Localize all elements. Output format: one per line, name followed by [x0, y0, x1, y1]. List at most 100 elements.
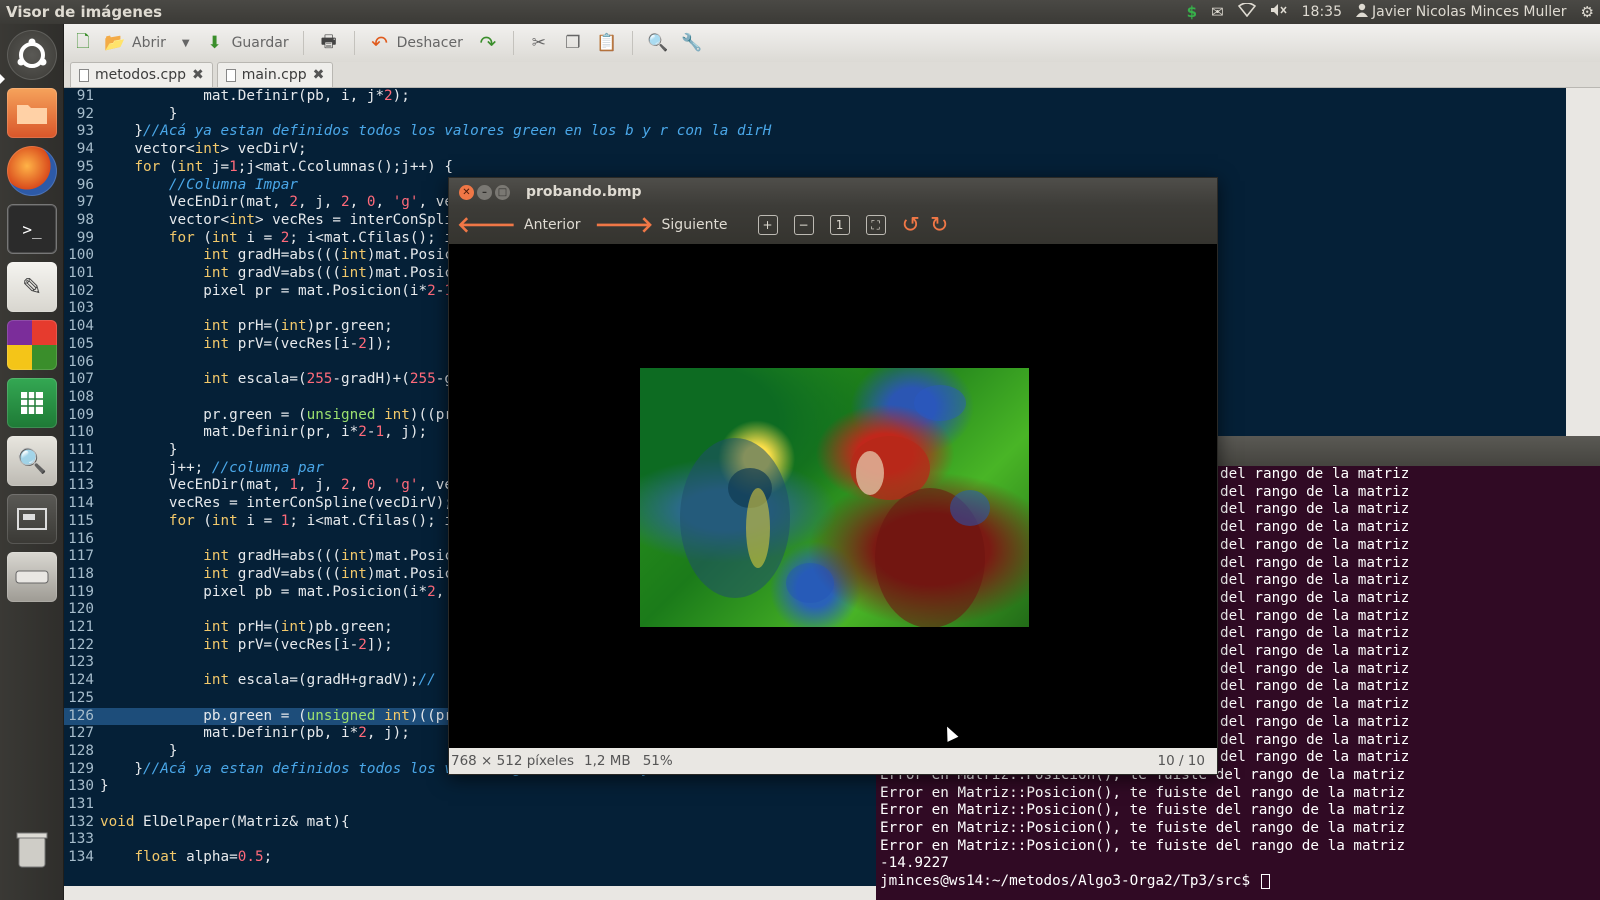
gear-icon[interactable]: ⚙ — [1581, 3, 1594, 21]
maximize-icon[interactable]: □ — [495, 184, 510, 200]
line-number: 111 — [68, 442, 94, 458]
code-line[interactable]: 92 } — [64, 106, 1566, 124]
line-number: 95 — [76, 158, 94, 175]
code-line[interactable]: 95 for (int j=1;j<mat.Ccolumnas();j++) { — [64, 159, 1566, 177]
rotate-left-icon[interactable]: ↺ — [902, 213, 920, 238]
line-number: 125 — [68, 689, 94, 706]
tab-main-cpp[interactable]: main.cpp ✖ — [216, 62, 334, 87]
previous-button[interactable]: 🡐 Anterior — [457, 212, 595, 238]
undo-button[interactable]: ↶ Deshacer — [369, 31, 463, 55]
open-button[interactable]: 📂 Abrir ▼ — [104, 32, 190, 54]
search-replace-icon[interactable]: 🔧 — [681, 32, 703, 54]
code-line[interactable]: 93 }//Acá ya estan definidos todos los v… — [64, 123, 1566, 141]
zoom-out-icon[interactable]: − — [793, 215, 814, 235]
line-number: 134 — [68, 849, 94, 866]
line-number: 110 — [68, 424, 94, 441]
code-line[interactable]: 91 mat.Definir(pb, i, j*2); — [64, 88, 1566, 106]
previous-label: Anterior — [524, 217, 581, 233]
zoom-in-icon[interactable]: + — [757, 215, 778, 235]
ubuntu-logo-icon[interactable] — [7, 30, 57, 80]
code-text: for (int i = 1; i<mat.Cfilas(); i+=2) { — [168, 512, 505, 529]
rotate-right-icon[interactable]: ↻ — [930, 213, 948, 238]
wifi-icon[interactable] — [1237, 2, 1256, 21]
text-cursor — [1260, 873, 1270, 889]
image-dimensions: 768 × 512 píxeles — [451, 753, 575, 769]
window-title: probando.bmp — [526, 184, 642, 200]
line-number: 104 — [68, 318, 94, 335]
user-name: Javier Nicolas Minces Muller — [1372, 4, 1567, 20]
folder-open-icon: 📂 — [104, 33, 126, 53]
line-number: 112 — [68, 459, 94, 476]
terminal-prompt: jminces@ws14:~/metodos/Algo3-Orga2/Tp3/s… — [880, 873, 1270, 891]
code-text: vector<int> vecDirV; — [100, 141, 307, 158]
viewer-statusbar: 768 × 512 píxeles 1,2 MB 51% 10 / 10 — [449, 748, 1217, 774]
terminal-line: del rango de la matriz — [1220, 731, 1410, 748]
toolbar-separator — [512, 31, 514, 55]
line-number: 101 — [68, 265, 94, 281]
line-number: 124 — [68, 672, 94, 689]
cut-icon[interactable]: ✂ — [528, 32, 550, 54]
redo-icon[interactable]: ↷ — [477, 31, 499, 55]
desktop: Visor de imágenes $ ✉ 18:35 Javier Nicol… — [0, 0, 1600, 900]
line-number: 128 — [68, 742, 94, 759]
zoom-normal-icon[interactable]: 1 — [829, 215, 850, 235]
line-number: 93 — [76, 123, 94, 140]
user-menu[interactable]: Javier Nicolas Minces Muller — [1356, 3, 1567, 21]
next-button[interactable]: 🡒 Siguiente — [595, 212, 742, 238]
line-number: 109 — [68, 406, 94, 423]
terminal-line: del rango de la matriz — [1220, 749, 1410, 766]
trash-icon[interactable] — [7, 824, 57, 874]
zoom-fit-icon[interactable]: ⛶ — [865, 215, 886, 235]
terminal-result: -14.9227 — [880, 855, 949, 872]
editor-toolbar: 🗋 📂 Abrir ▼ ⬇ Guardar 🖶 ↶ Deshacer ↷ ✂ ❐… — [64, 24, 1600, 62]
toolbar-separator — [353, 31, 355, 55]
terminal-icon[interactable]: >_ — [7, 204, 57, 254]
text-editor-icon[interactable]: ✎ — [7, 262, 57, 312]
image-canvas[interactable] — [449, 244, 1217, 748]
code-text: int prH=(int)pr.green; — [203, 318, 393, 335]
line-number: 132 — [68, 813, 94, 830]
software-center-icon[interactable] — [7, 320, 57, 370]
paste-icon[interactable]: 📋 — [596, 32, 618, 54]
line-number: 121 — [68, 619, 94, 635]
search-icon[interactable]: 🔍 — [647, 32, 669, 54]
code-text: for (int j=1;j<mat.Ccolumnas();j++) { — [134, 158, 453, 175]
user-icon — [1356, 3, 1368, 21]
active-indicator — [0, 74, 5, 84]
code-text: mat.Definir(pb, i, j*2); — [100, 88, 410, 104]
tab-label: main.cpp — [241, 67, 307, 83]
copy-icon[interactable]: ❐ — [562, 32, 584, 54]
save-button[interactable]: ⬇ Guardar — [204, 32, 288, 54]
firefox-icon[interactable] — [7, 146, 57, 196]
editor-tab-bar: metodos.cpp ✖ main.cpp ✖ — [64, 62, 1600, 88]
next-label: Siguiente — [661, 217, 728, 233]
dollar-icon[interactable]: $ — [1187, 3, 1197, 21]
line-number: 97 — [76, 194, 94, 211]
disk-icon[interactable] — [7, 552, 57, 602]
terminal-line: del rango de la matriz — [1220, 536, 1410, 553]
line-number: 129 — [68, 760, 94, 777]
volume-muted-icon[interactable] — [1270, 3, 1288, 21]
document-icon — [225, 68, 236, 82]
files-icon[interactable] — [7, 88, 57, 138]
code-text: } — [100, 778, 109, 795]
chevron-down-icon[interactable]: ▼ — [182, 38, 190, 49]
code-text: int prV=(vecRes[i-2]); — [203, 335, 393, 352]
close-icon[interactable]: ✖ — [313, 67, 325, 83]
spreadsheet-icon[interactable] — [7, 378, 57, 428]
indicator-area: $ ✉ 18:35 Javier Nicolas Minces Muller ⚙ — [1187, 0, 1594, 24]
tab-metodos-cpp[interactable]: metodos.cpp ✖ — [70, 62, 213, 87]
new-document-icon[interactable]: 🗋 — [72, 32, 94, 54]
mail-icon[interactable]: ✉ — [1211, 3, 1224, 21]
launcher: >_ ✎ 🔍 — [0, 24, 64, 900]
print-icon[interactable]: 🖶 — [318, 32, 340, 54]
viewer-titlebar[interactable]: ✕ – □ probando.bmp — [449, 178, 1217, 206]
window-icon[interactable] — [7, 494, 57, 544]
close-icon[interactable]: ✕ — [459, 184, 474, 200]
terminal-line: del rango de la matriz — [1220, 696, 1410, 713]
clock[interactable]: 18:35 — [1302, 4, 1342, 20]
close-icon[interactable]: ✖ — [192, 67, 204, 83]
minimize-icon[interactable]: – — [477, 184, 492, 200]
image-viewer-icon[interactable]: 🔍 — [7, 436, 57, 486]
code-line[interactable]: 94 vector<int> vecDirV; — [64, 141, 1566, 159]
